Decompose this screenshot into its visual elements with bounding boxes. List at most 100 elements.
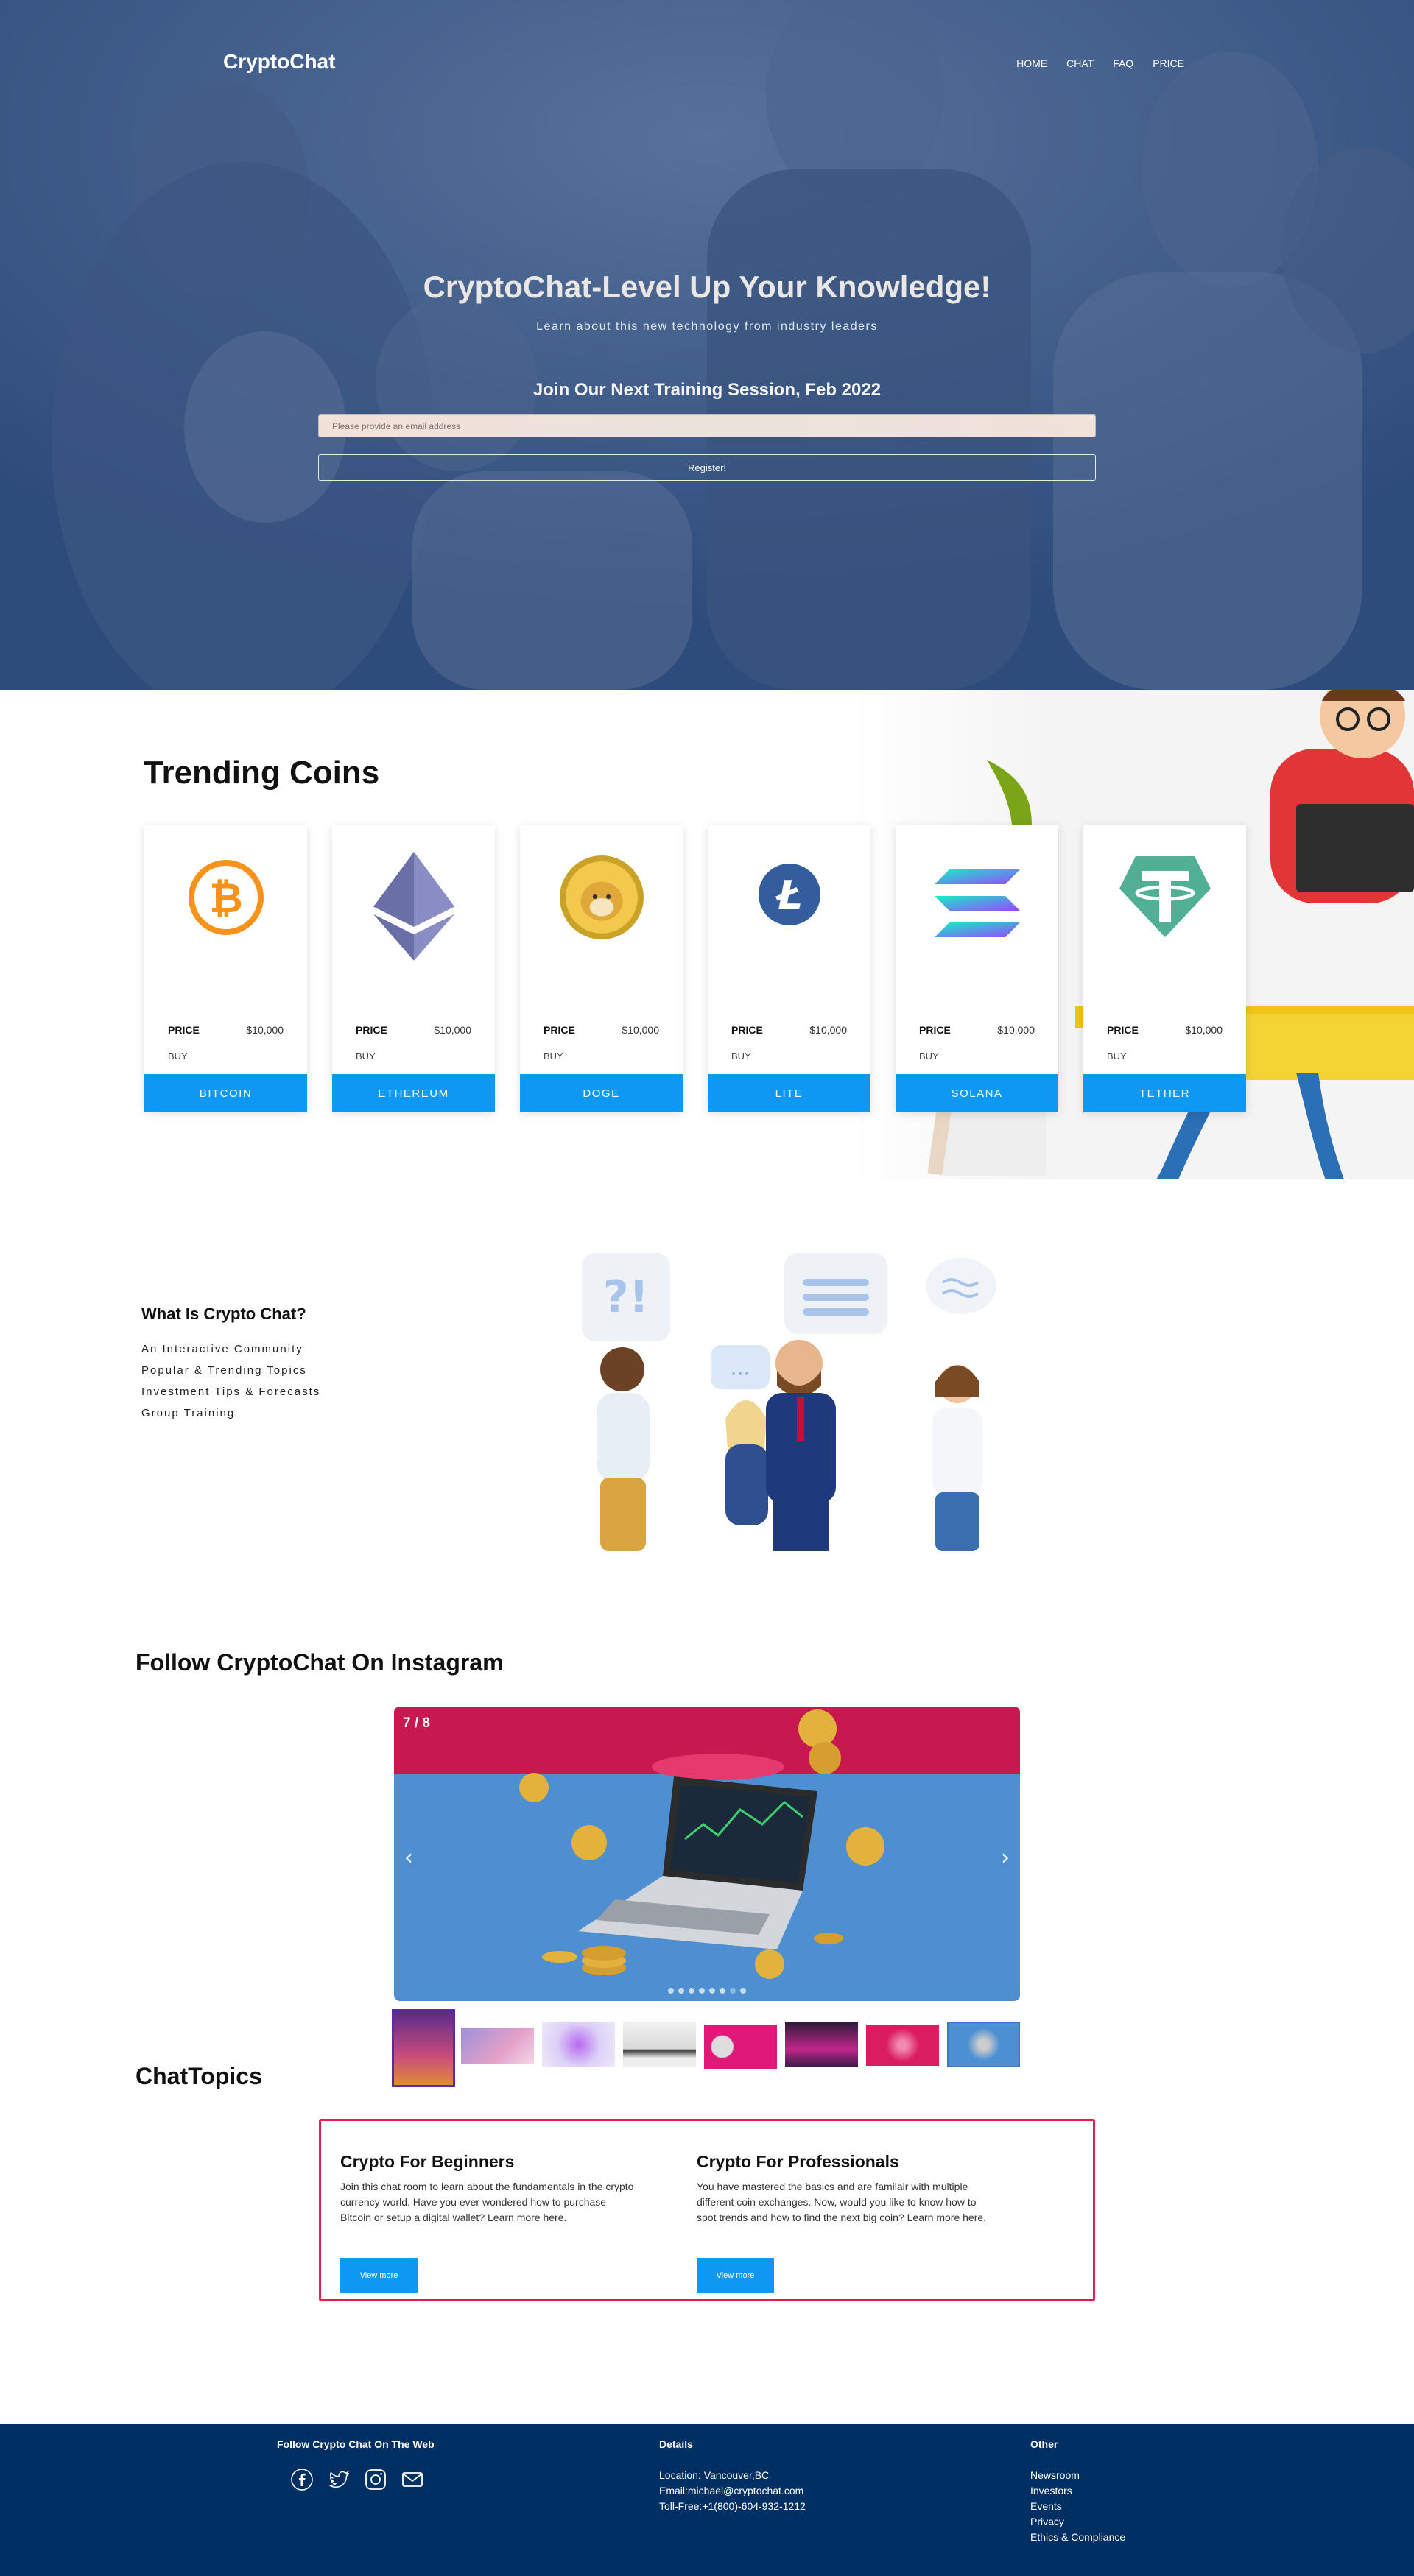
footer-phone[interactable]: Toll-Free:+1(800)-604-932-1212: [659, 2499, 806, 2514]
slide-counter: 7 / 8: [403, 1715, 430, 1731]
coin-card-solana: PRICE $10,000 BUY SOLANA: [896, 825, 1058, 1112]
coin-button-tether[interactable]: TETHER: [1083, 1074, 1246, 1112]
footer-link-investors[interactable]: Investors: [1030, 2483, 1125, 2499]
topics-box: Crypto For Beginners Join this chat room…: [319, 2119, 1095, 2301]
slide-next-button[interactable]: ›: [1001, 1845, 1010, 1871]
feature-list: An Interactive Community Popular & Trend…: [141, 1338, 320, 1424]
buy-label[interactable]: BUY: [168, 1051, 188, 1062]
slide-dot[interactable]: [699, 1988, 705, 1994]
price-value: $10,000: [434, 1024, 471, 1036]
community-illustration: ?! ...: [582, 1253, 996, 1551]
thumbnail[interactable]: [704, 2025, 777, 2069]
svg-text:Ł: Ł: [775, 872, 803, 919]
slide-dots: [668, 1988, 746, 1994]
price-label: PRICE: [356, 1024, 387, 1036]
brand-logo[interactable]: CryptoChat: [223, 50, 335, 74]
chat-topics-title: ChatTopics: [136, 2063, 262, 2089]
topic-heading: Crypto For Professionals: [697, 2152, 899, 2171]
thumbnail[interactable]: [785, 2022, 858, 2067]
view-more-button[interactable]: View more: [697, 2258, 774, 2293]
view-more-button[interactable]: View more: [340, 2258, 418, 2293]
feature-item: Investment Tips & Forecasts: [141, 1386, 321, 1398]
price-value: $10,000: [622, 1024, 659, 1036]
coin-button-ethereum[interactable]: ETHEREUM: [332, 1074, 495, 1112]
footer-email[interactable]: Email:michael@cryptochat.com: [659, 2483, 806, 2499]
nav-faq[interactable]: FAQ: [1113, 57, 1133, 69]
slide-dot[interactable]: [678, 1988, 684, 1994]
facebook-icon[interactable]: [290, 2468, 314, 2491]
footer-link-ethics[interactable]: Ethics & Compliance: [1030, 2530, 1125, 2545]
mail-icon[interactable]: [401, 2468, 424, 2491]
laptop-coins-image: [519, 1709, 884, 1979]
coin-button-bitcoin[interactable]: BITCOIN: [144, 1074, 307, 1112]
coin-list: ₿ PRICE $10,000 BUY BITCOIN PRICE $10,00…: [144, 825, 1246, 1112]
footer-link-newsroom[interactable]: Newsroom: [1030, 2468, 1125, 2483]
nav-home[interactable]: HOME: [1016, 57, 1047, 69]
solana-icon: [934, 869, 1020, 937]
top-nav: CryptoChat HOME CHAT FAQ PRICE: [0, 0, 1414, 125]
price-label: PRICE: [731, 1024, 763, 1036]
thumbnail[interactable]: [623, 2022, 696, 2067]
topic-description: Join this chat room to learn about the f…: [340, 2181, 634, 2223]
nav-chat[interactable]: CHAT: [1066, 57, 1094, 69]
thumbnail[interactable]: [461, 2028, 534, 2064]
what-is-section: What Is Crypto Chat? An Interactive Comm…: [0, 1179, 1414, 1625]
coin-button-solana[interactable]: SOLANA: [896, 1074, 1058, 1112]
topic-description: You have mastered the basics and are fam…: [697, 2181, 987, 2223]
footer-follow: Follow Crypto Chat On The Web: [277, 2438, 435, 2491]
social-icons: [290, 2468, 435, 2491]
footer-link-events[interactable]: Events: [1030, 2499, 1125, 2514]
instagram-section: Follow CryptoChat On Instagram 7 / 8 ‹ ›: [0, 1625, 1414, 2087]
svg-text:...: ...: [731, 1355, 750, 1380]
svg-text:?!: ?!: [603, 1271, 649, 1323]
coin-card-tether: PRICE $10,000 BUY TETHER: [1083, 825, 1246, 1112]
buy-label[interactable]: BUY: [1107, 1051, 1127, 1062]
slide-dot[interactable]: [740, 1988, 746, 1994]
buy-label[interactable]: BUY: [544, 1051, 563, 1062]
footer-follow-title: Follow Crypto Chat On The Web: [277, 2438, 435, 2450]
coin-button-lite[interactable]: LITE: [708, 1074, 870, 1112]
nav-price[interactable]: PRICE: [1153, 57, 1184, 69]
coin-card-lite: Ł PRICE $10,000 BUY LITE: [708, 825, 870, 1112]
coin-card-ethereum: PRICE $10,000 BUY ETHEREUM: [332, 825, 495, 1112]
thumbnail[interactable]: [947, 2022, 1020, 2067]
what-is-title: What Is Crypto Chat?: [141, 1305, 306, 1323]
slide-dot[interactable]: [668, 1988, 674, 1994]
price-label: PRICE: [1107, 1024, 1139, 1036]
trending-coins-section: Trending Coins ₿ PRICE $10,000 BUY BITCO…: [0, 690, 1414, 1179]
slide-dot[interactable]: [709, 1988, 715, 1994]
slide-dot[interactable]: [730, 1988, 736, 1994]
footer-link-privacy[interactable]: Privacy: [1030, 2514, 1125, 2530]
coin-button-doge[interactable]: DOGE: [520, 1074, 683, 1112]
twitter-icon[interactable]: [327, 2468, 351, 2491]
thumbnail[interactable]: [866, 2025, 939, 2066]
topic-professionals: Crypto For Professionals You have master…: [697, 2152, 991, 2226]
hero-section: CryptoChat HOME CHAT FAQ PRICE CryptoCha…: [0, 0, 1414, 690]
thumbnail[interactable]: [542, 2022, 615, 2067]
register-button[interactable]: Register!: [318, 454, 1096, 481]
hero-title: CryptoChat-Level Up Your Knowledge!: [423, 269, 991, 304]
price-value: $10,000: [1185, 1024, 1223, 1036]
training-session-heading: Join Our Next Training Session, Feb 2022: [532, 380, 882, 400]
ethereum-icon: [373, 852, 454, 961]
email-field[interactable]: [318, 414, 1096, 437]
price-label: PRICE: [168, 1024, 200, 1036]
buy-label[interactable]: BUY: [731, 1051, 751, 1062]
bitcoin-icon: ₿: [188, 860, 264, 935]
price-label: PRICE: [544, 1024, 575, 1036]
buy-label[interactable]: BUY: [919, 1051, 939, 1062]
slide-dot[interactable]: [689, 1988, 694, 1994]
instagram-carousel[interactable]: 7 / 8 ‹ ›: [394, 1707, 1020, 2001]
topic-beginners: Crypto For Beginners Join this chat room…: [340, 2152, 635, 2226]
instagram-title: Follow CryptoChat On Instagram: [136, 1649, 504, 1676]
price-label: PRICE: [919, 1024, 951, 1036]
slide-dot[interactable]: [720, 1988, 725, 1994]
footer: Follow Crypto Chat On The Web Details Lo…: [0, 2424, 1414, 2576]
price-value: $10,000: [997, 1024, 1035, 1036]
footer-location: Location: Vancouver,BC: [659, 2469, 770, 2481]
price-value: $10,000: [809, 1024, 847, 1036]
feature-item: Group Training: [141, 1407, 236, 1419]
slide-prev-button[interactable]: ‹: [404, 1845, 413, 1871]
instagram-icon[interactable]: [364, 2468, 387, 2491]
buy-label[interactable]: BUY: [356, 1051, 376, 1062]
